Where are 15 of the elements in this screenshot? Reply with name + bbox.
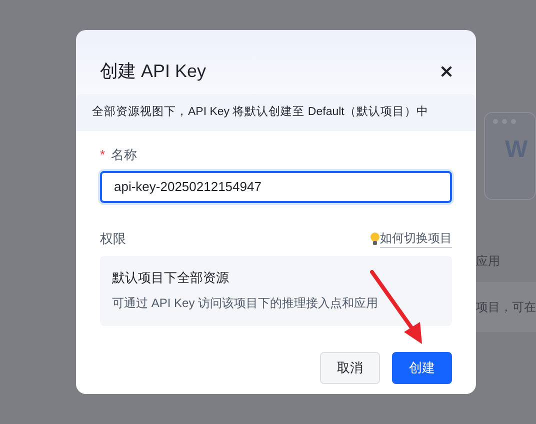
name-input[interactable]: api-key-20250212154947 xyxy=(100,170,452,203)
background-text: 项目，可在 xyxy=(476,282,536,332)
field-label: 名称 xyxy=(111,147,138,162)
create-button[interactable]: 创建 xyxy=(392,352,452,384)
close-icon[interactable] xyxy=(441,66,452,76)
cancel-button[interactable]: 取消 xyxy=(320,352,380,384)
section-label: 权限 xyxy=(100,230,126,248)
help-link[interactable]: 如何切换项目 xyxy=(380,229,452,248)
lightbulb-icon xyxy=(370,232,380,246)
background-text: 应用 xyxy=(476,253,501,270)
required-mark: * xyxy=(100,147,106,162)
permission-title: 默认项目下全部资源 xyxy=(112,269,230,288)
dialog-title: 创建 API Key xyxy=(100,60,206,83)
permission-description: 可通过 API Key 访问该项目下的推理接入点和应用 xyxy=(112,294,380,312)
notice-text: 全部资源视图下，API Key 将默认创建至 Default（默认项目）中 xyxy=(76,94,476,132)
